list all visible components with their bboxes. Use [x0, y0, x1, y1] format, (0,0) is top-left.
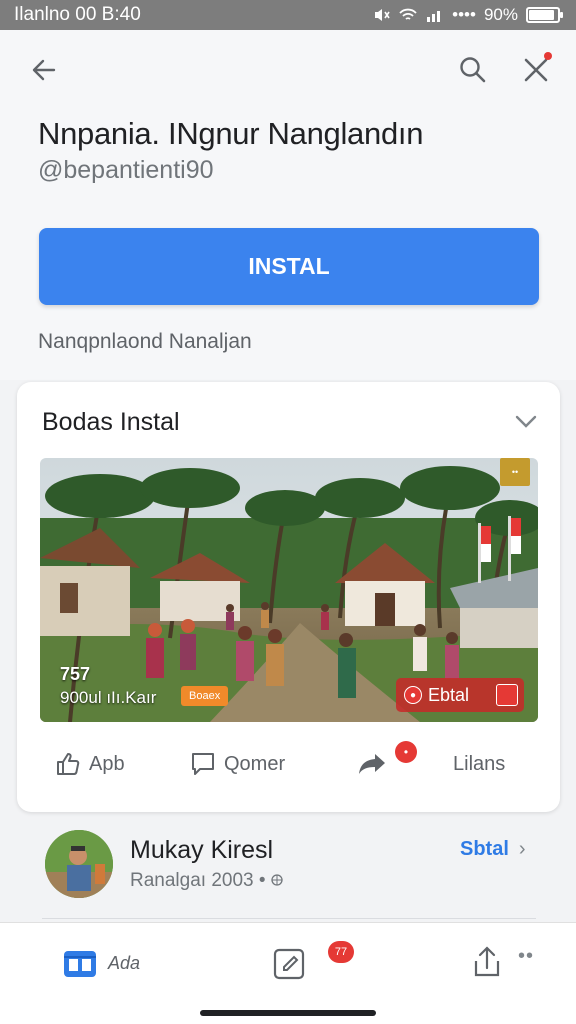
card-title: Bodas Instal	[42, 408, 180, 436]
author-link-button[interactable]: Sbtal ›	[460, 838, 526, 861]
store-icon	[64, 951, 96, 977]
comment-icon	[192, 753, 214, 775]
author-link-label: Sbtal	[460, 838, 509, 860]
media-action-button[interactable]: ● Ebtal	[396, 678, 524, 712]
author-date: Ranalgaı 2003	[130, 870, 254, 891]
share-icon	[474, 946, 500, 977]
battery-icon	[526, 7, 563, 23]
author-row: Mukay Kiresl Ranalgaı 2003 • Sbtal ›	[0, 820, 576, 920]
signal-text: ••••	[452, 5, 476, 24]
arrow-left-icon	[32, 59, 56, 81]
search-button[interactable]	[451, 48, 495, 92]
back-button[interactable]	[22, 48, 66, 92]
nav-home-label: Ada	[108, 952, 141, 973]
share-badge: •	[395, 741, 417, 763]
search-icon	[460, 57, 486, 83]
status-time: Ilanlno 00 B:40	[14, 4, 141, 25]
app-subtitle: Nanqpnlaond Nanaljan	[38, 330, 252, 353]
close-button[interactable]	[514, 48, 558, 92]
dot-separator: •	[258, 870, 266, 891]
nav-home[interactable]: Ada	[62, 945, 140, 981]
stop-icon	[496, 684, 518, 706]
like-label: Apb	[89, 752, 125, 775]
author-subtitle: Ranalgaı 2003 •	[130, 870, 283, 892]
status-icons: •••• 90%	[374, 5, 563, 25]
globe-icon	[271, 874, 283, 886]
chevron-down-icon	[515, 415, 537, 428]
thumbs-up-icon	[57, 753, 80, 775]
avatar-image	[45, 830, 113, 898]
home-indicator[interactable]	[200, 1010, 376, 1016]
close-icon	[524, 58, 548, 82]
listen-label: Lilans	[453, 752, 506, 775]
avatar[interactable]	[45, 830, 113, 898]
post-image[interactable]: •• 757 900ul ıIı.Kaır Boaex ● Ebtal	[40, 458, 538, 722]
battery-fill	[529, 10, 555, 20]
install-button[interactable]: INSTAL	[39, 228, 539, 305]
nav-share[interactable]	[470, 945, 504, 981]
bottom-nav: Ada 77 ••	[0, 922, 576, 1024]
like-button[interactable]: Apb	[55, 751, 125, 777]
notification-dot	[544, 52, 552, 60]
record-icon: ●	[404, 686, 422, 704]
mute-icon	[375, 9, 390, 21]
post-card: Bodas Instal •• 757 900ul ıIı.Kaır Boaex…	[17, 382, 560, 812]
more-icon[interactable]: ••	[518, 945, 534, 968]
share-arrow-icon	[359, 754, 385, 774]
app-header: Nnpania. INgnur Nanglandın @bepantienti9…	[0, 110, 576, 380]
media-tag: Boaex	[181, 686, 229, 706]
battery-percent: 90%	[483, 5, 518, 24]
signal-icon	[427, 11, 441, 22]
share-button[interactable]: •	[357, 741, 417, 777]
edit-note-icon	[273, 948, 305, 980]
top-bar	[0, 30, 576, 110]
nav-badge: 77	[328, 941, 354, 963]
media-action-label: Ebtal	[428, 684, 470, 705]
comment-label: Qomer	[224, 752, 286, 775]
status-bar: Ilanlno 00 B:40 •••• 90%	[0, 0, 576, 30]
media-badge: ••	[500, 458, 530, 486]
listen-button[interactable]: Lilans	[453, 753, 505, 776]
post-actions: Apb Qomer • Lilans	[17, 734, 560, 794]
expand-button[interactable]	[510, 406, 542, 438]
comment-button[interactable]: Qomer	[190, 751, 285, 777]
divider	[42, 918, 536, 919]
nav-edit[interactable]: 77	[272, 941, 354, 981]
app-handle: @bepantienti90	[38, 156, 214, 184]
wifi-icon	[399, 8, 417, 20]
chevron-right-icon: ›	[518, 838, 526, 860]
app-title: Nnpania. INgnur Nanglandın	[38, 116, 424, 151]
author-name: Mukay Kiresl	[130, 836, 274, 864]
media-count: 757	[60, 664, 91, 684]
media-caption: 900ul ıIı.Kaır	[60, 688, 157, 707]
